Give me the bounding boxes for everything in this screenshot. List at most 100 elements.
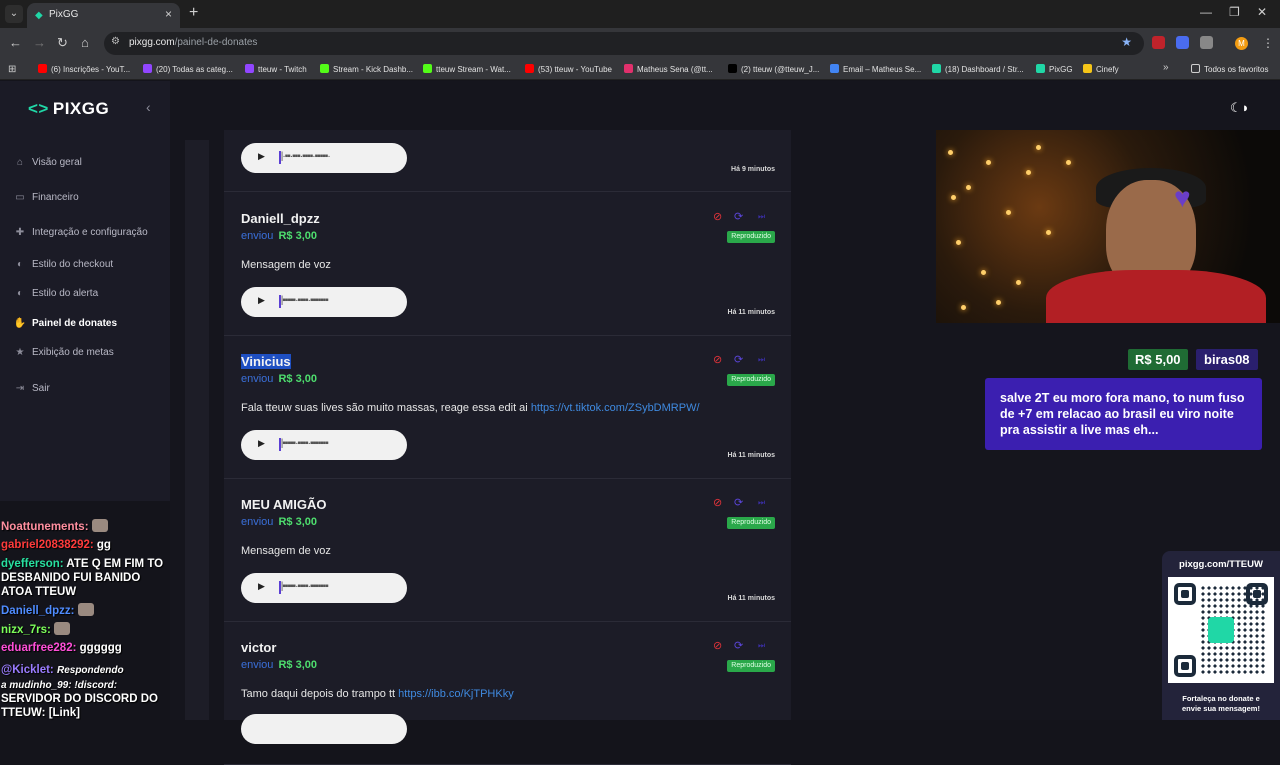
chat-username: @Kicklet:	[1, 664, 54, 676]
bookmark-label: tteuw - Twitch	[258, 65, 307, 74]
audio-player[interactable]	[241, 714, 407, 744]
bookmark-item[interactable]: Matheus Sena (@tt...	[624, 64, 713, 74]
menu-kebab-icon[interactable]: ⋮	[1262, 36, 1274, 50]
christmas-light	[1046, 230, 1051, 235]
play-icon[interactable]: ▶	[258, 438, 265, 449]
sidebar-item-label: Integração e configuração	[32, 227, 148, 238]
bookmark-item[interactable]: (18) Dashboard / Str...	[932, 64, 1024, 74]
apps-grid-icon[interactable]: ⊞	[8, 64, 16, 75]
chat-text: Respondendo	[56, 665, 124, 676]
browser-tab[interactable]: ◆ PixGG ×	[27, 3, 180, 28]
tab-search-icon[interactable]: ⌄	[5, 5, 23, 23]
bookmark-label: Stream - Kick Dashb...	[333, 65, 414, 74]
bookmark-favicon-icon	[525, 64, 534, 73]
donate-message-link[interactable]: https://vt.tiktok.com/ZSybDMRPW/	[531, 402, 700, 414]
bookmark-item[interactable]: Email – Matheus Se...	[830, 64, 921, 74]
more-bookmarks-icon[interactable]: »	[1163, 62, 1169, 73]
donate-message-text: Mensagem de voz	[241, 259, 331, 271]
bookmark-label: Cinefy	[1096, 65, 1119, 74]
bookmark-item[interactable]: PixGG	[1036, 64, 1073, 74]
donate-message: Mensagem de voz	[241, 259, 331, 271]
bookmark-item[interactable]: (6) Inscrições - YouT...	[38, 64, 130, 74]
chat-message: DESBANIDO FUI BANIDO	[1, 571, 140, 585]
bookmark-favicon-icon	[423, 64, 432, 73]
replay-icon[interactable]: ⟳	[734, 353, 743, 366]
christmas-light	[966, 185, 971, 190]
sidebar-item-exibi-o-de-metas[interactable]: ★ Exibição de metas	[13, 347, 114, 358]
sidebar-item-sair[interactable]: ⇥ Sair	[13, 383, 50, 394]
bookmark-item[interactable]: (2) tteuw (@tteuw_J...	[728, 64, 819, 74]
close-window-icon[interactable]: ✕	[1257, 5, 1267, 19]
donate-message-text: Tamo daqui depois do trampo tt	[241, 688, 399, 700]
skip-icon[interactable]: ⏭	[758, 212, 765, 222]
reload-icon[interactable]: ↻	[57, 35, 68, 51]
christmas-light	[1066, 160, 1071, 165]
audio-player[interactable]: ▶ |▪▪▪▪▪·▪▪▪▪·▪▪▪▪▪▪▪	[241, 430, 407, 460]
sidebar-item-painel-de-donates[interactable]: ✋ Painel de donates	[13, 318, 117, 329]
extension-icon[interactable]	[1176, 36, 1189, 49]
bookmark-favicon-icon	[1083, 64, 1092, 73]
skip-icon[interactable]: ⏭	[758, 355, 765, 365]
audio-player[interactable]: ▶ |·▪▪·▪▪▪·▪▪▪▪·▪▪▪▪▪·	[241, 143, 407, 173]
close-tab-icon[interactable]: ×	[165, 7, 172, 21]
bookmark-label: (6) Inscrições - YouT...	[51, 65, 131, 74]
play-icon[interactable]: ▶	[258, 581, 265, 592]
replay-icon[interactable]: ⟳	[734, 496, 743, 509]
profile-avatar[interactable]: M	[1235, 37, 1248, 50]
donate-message: Tamo daqui depois do trampo tt https://i…	[241, 688, 514, 700]
pixgg-logo-icon: <>	[28, 99, 49, 118]
bookmark-item[interactable]: Cinefy	[1083, 64, 1119, 74]
replay-icon[interactable]: ⟳	[734, 639, 743, 652]
back-icon[interactable]: ←	[9, 35, 22, 50]
bookmark-favicon-icon	[320, 64, 329, 73]
block-donor-icon[interactable]: ⊘	[713, 496, 722, 509]
qr-caption: Fortaleça no donate e envie sua mensagem!	[1182, 694, 1260, 713]
waveform-icon: |·▪▪·▪▪▪·▪▪▪▪·▪▪▪▪▪·	[279, 151, 331, 162]
pixgg-favicon-icon: ◆	[35, 10, 43, 21]
minimize-icon[interactable]: —	[1200, 5, 1212, 19]
browser-toolbar: ← → ↻ ⌂ ⚙ pixgg.com/painel-de-donates ★	[0, 28, 1280, 59]
address-bar[interactable]: ⚙ pixgg.com/painel-de-donates ★	[104, 32, 1144, 55]
theme-toggle-icon[interactable]: ☾◗	[1230, 100, 1250, 116]
donate-message-link[interactable]: https://ibb.co/KjTPHKky	[398, 688, 514, 700]
restore-icon[interactable]: ❐	[1229, 5, 1240, 19]
donate-card: Daniell_dpzz enviou R$ 3,00 Mensagem de vo…	[224, 193, 791, 336]
chat-username: nizx_7rs:	[1, 624, 51, 636]
sidebar-item-vis-o-geral[interactable]: ⌂ Visão geral	[13, 157, 82, 168]
play-icon[interactable]: ▶	[258, 151, 265, 162]
forward-icon[interactable]: →	[33, 35, 46, 50]
extensions-puzzle-icon[interactable]	[1200, 36, 1213, 49]
bookmark-item[interactable]: (53) tteuw - YouTube	[525, 64, 612, 74]
sent-label: enviou	[241, 659, 274, 671]
skip-icon[interactable]: ⏭	[758, 641, 765, 651]
extension-icon[interactable]	[1152, 36, 1165, 49]
all-bookmarks-folder[interactable]: Todos os favoritos	[1191, 64, 1268, 74]
sidebar-item-financeiro[interactable]: ▭ Financeiro	[13, 192, 78, 203]
bookmark-item[interactable]: tteuw Stream - Wat...	[423, 64, 511, 74]
pixgg-logo[interactable]: <> PIXGG	[28, 99, 109, 119]
site-info-icon[interactable]: ⚙	[111, 36, 120, 47]
replay-icon[interactable]: ⟳	[734, 210, 743, 223]
chat-emote-icon	[77, 603, 94, 616]
bookmark-item[interactable]: (20) Todas as categ...	[143, 64, 233, 74]
bookmark-favicon-icon	[728, 64, 737, 73]
home-icon[interactable]: ⌂	[81, 35, 89, 50]
bookmark-item[interactable]: Stream - Kick Dashb...	[320, 64, 413, 74]
donate-time: Há 11 minutos	[727, 309, 775, 316]
sent-label: enviou	[241, 516, 274, 528]
sidebar-item-estilo-do-checkout[interactable]: ◐ Estilo do checkout	[13, 259, 113, 270]
sidebar-item-integra-o-e-configura-o[interactable]: ✚ Integração e configuração	[13, 227, 148, 238]
skip-icon[interactable]: ⏭	[758, 498, 765, 508]
bookmark-item[interactable]: tteuw - Twitch	[245, 64, 307, 74]
block-donor-icon[interactable]: ⊘	[713, 210, 722, 223]
bookmark-favicon-icon	[1036, 64, 1045, 73]
audio-player[interactable]: ▶ |▪▪▪▪▪·▪▪▪▪·▪▪▪▪▪▪▪	[241, 287, 407, 317]
block-donor-icon[interactable]: ⊘	[713, 639, 722, 652]
block-donor-icon[interactable]: ⊘	[713, 353, 722, 366]
new-tab-icon[interactable]: +	[189, 4, 198, 22]
bookmark-star-icon[interactable]: ★	[1121, 35, 1132, 49]
play-icon[interactable]: ▶	[258, 295, 265, 306]
audio-player[interactable]: ▶ |▪▪▪▪▪·▪▪▪▪·▪▪▪▪▪▪▪	[241, 573, 407, 603]
sidebar-item-estilo-do-alerta[interactable]: ◐ Estilo do alerta	[13, 288, 98, 299]
collapse-sidebar-icon[interactable]: ‹	[146, 99, 151, 115]
